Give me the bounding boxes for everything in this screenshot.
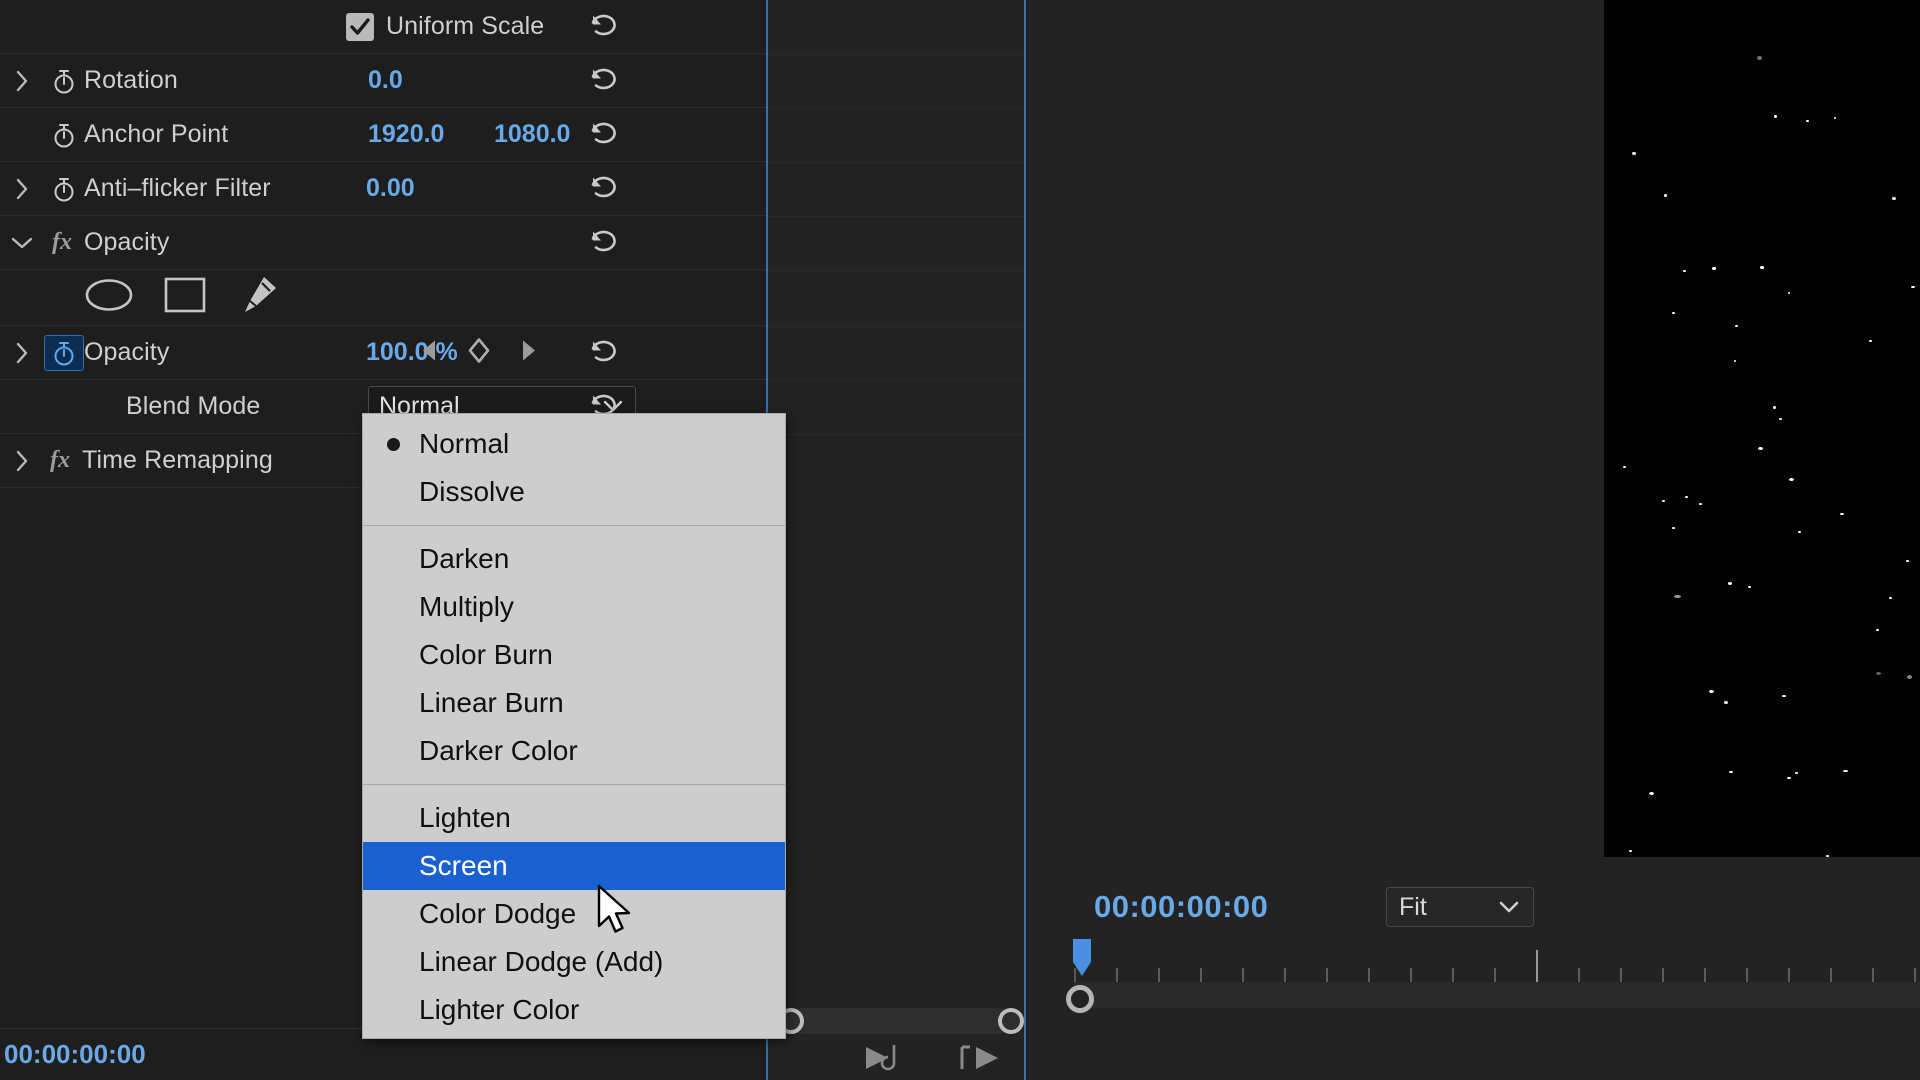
zoom-level-select[interactable]: Fit	[1386, 887, 1534, 927]
anchor-point-value-y[interactable]: 1080.0	[494, 120, 570, 149]
stopwatch-icon-anti-flicker[interactable]	[44, 175, 84, 203]
selected-bullet-icon	[387, 437, 400, 451]
uniform-scale-label: Uniform Scale	[386, 12, 545, 40]
anchor-point-label: Anchor Point	[84, 120, 229, 148]
program-monitor-time-ruler[interactable]	[1074, 948, 1920, 982]
panel-divider-right[interactable]	[1024, 0, 1026, 1080]
param-row-opacity[interactable]: Opacity 100.0 %	[0, 326, 766, 380]
opacity-group-label: Opacity	[84, 228, 170, 256]
menu-item-screen[interactable]: Screen	[363, 842, 785, 890]
rotation-label: Rotation	[84, 66, 178, 94]
param-row-anti-flicker-filter[interactable]: Anti–flicker Filter 0.00	[0, 162, 766, 216]
menu-item-linear-burn[interactable]: Linear Burn	[363, 679, 785, 727]
zoom-handle-right[interactable]	[998, 1008, 1024, 1034]
rotation-value[interactable]: 0.0	[368, 66, 403, 95]
reset-icon-opacity[interactable]	[586, 335, 620, 370]
add-remove-keyframe-icon[interactable]	[466, 336, 492, 369]
blend-mode-label: Blend Mode	[126, 392, 261, 420]
param-row-uniform-scale[interactable]: Uniform Scale	[0, 0, 766, 54]
menu-separator-2	[363, 784, 785, 785]
menu-item-label: Lighten	[419, 802, 511, 833]
anchor-point-value-x[interactable]: 1920.0	[368, 120, 444, 149]
menu-item-label: Color Burn	[419, 639, 553, 670]
program-monitor-scrollbar[interactable]	[1074, 982, 1920, 1008]
ellipse-mask-icon[interactable]	[84, 277, 134, 318]
premiere-pro-window: Uniform Scale Rotation 0.0 Anchor Point …	[0, 0, 1920, 1080]
param-row-mask-tools	[0, 270, 766, 326]
reset-icon-rotation[interactable]	[586, 63, 620, 98]
reset-icon-anti-flicker[interactable]	[586, 171, 620, 206]
menu-item-color-dodge[interactable]: Color Dodge	[363, 890, 785, 938]
anti-flicker-filter-label: Anti–flicker Filter	[84, 174, 271, 202]
menu-item-label: Lighter Color	[419, 994, 580, 1025]
play-in-to-out-icon[interactable]	[860, 1041, 914, 1080]
effect-controls-keyframe-track[interactable]	[768, 0, 1026, 1080]
next-keyframe-icon[interactable]	[518, 338, 538, 367]
menu-item-label: Dissolve	[419, 476, 525, 507]
zoom-level-value: Fit	[1399, 892, 1427, 921]
menu-item-dissolve[interactable]: Dissolve	[363, 468, 785, 516]
program-monitor-panel: 00:00:00:00 Fit	[1028, 0, 1920, 1080]
time-remapping-label: Time Remapping	[82, 446, 273, 474]
menu-item-darker-color[interactable]: Darker Color	[363, 727, 785, 775]
chevron-right-icon-time-remapping[interactable]	[0, 449, 44, 473]
uniform-scale-checkbox[interactable]	[346, 12, 374, 41]
fx-icon-opacity: fx	[52, 229, 72, 255]
chevron-right-icon-rotation[interactable]	[0, 69, 44, 93]
menu-item-label: Multiply	[419, 591, 514, 622]
chevron-right-icon-opacity-value[interactable]	[0, 341, 44, 365]
param-row-opacity-group[interactable]: fx Opacity	[0, 216, 766, 270]
stopwatch-icon-anchor-point[interactable]	[44, 121, 84, 149]
menu-item-lighter-color[interactable]: Lighter Color	[363, 986, 785, 1034]
effect-controls-timecode[interactable]: 00:00:00:00	[4, 1039, 146, 1070]
effect-controls-playback-icons	[860, 1041, 1012, 1080]
reset-icon-uniform-scale[interactable]	[586, 9, 620, 44]
menu-item-multiply[interactable]: Multiply	[363, 583, 785, 631]
menu-item-darken[interactable]: Darken	[363, 535, 785, 583]
free-draw-bezier-pen-icon[interactable]	[236, 275, 278, 320]
program-monitor-video-frame[interactable]	[1604, 0, 1920, 857]
rectangle-mask-icon[interactable]	[164, 276, 206, 319]
menu-item-normal[interactable]: Normal	[363, 420, 785, 468]
menu-item-lighten[interactable]: Lighten	[363, 794, 785, 842]
param-row-anchor-point[interactable]: Anchor Point 1920.0 1080.0	[0, 108, 766, 162]
menu-item-label: Normal	[419, 428, 510, 459]
menu-item-color-burn[interactable]: Color Burn	[363, 631, 785, 679]
menu-item-linear-dodge-add[interactable]: Linear Dodge (Add)	[363, 938, 785, 986]
reset-icon-opacity-group[interactable]	[586, 225, 620, 260]
fx-icon-time-remapping: fx	[50, 447, 70, 473]
menu-item-label: Linear Burn	[419, 687, 564, 718]
stopwatch-icon-rotation[interactable]	[44, 67, 84, 95]
reset-icon-anchor-point[interactable]	[586, 117, 620, 152]
param-row-rotation[interactable]: Rotation 0.0	[0, 54, 766, 108]
menu-item-label: Linear Dodge (Add)	[419, 946, 664, 977]
menu-item-label: Darker Color	[419, 735, 578, 766]
blend-mode-dropdown-menu[interactable]: Normal Dissolve Darken Multiply Color Bu…	[362, 413, 786, 1039]
chevron-right-icon-anti-flicker[interactable]	[0, 177, 44, 201]
chevron-down-icon-zoom-level[interactable]	[1497, 893, 1521, 922]
opacity-label: Opacity	[84, 338, 170, 366]
previous-keyframe-icon[interactable]	[420, 338, 440, 367]
menu-item-label: Color Dodge	[419, 898, 577, 929]
program-monitor-timecode[interactable]: 00:00:00:00	[1094, 889, 1268, 925]
stopwatch-icon-opacity[interactable]	[44, 334, 84, 371]
chevron-down-icon-opacity[interactable]	[0, 235, 44, 251]
effect-controls-zoom-scrollbar[interactable]	[778, 1008, 1024, 1034]
menu-item-label: Darken	[419, 543, 510, 574]
program-monitor-scroll-handle[interactable]	[1066, 985, 1094, 1013]
anti-flicker-filter-value[interactable]: 0.00	[366, 174, 415, 203]
playhead-marker[interactable]	[1072, 938, 1094, 982]
loop-playback-icon[interactable]	[958, 1041, 1012, 1080]
menu-item-label: Screen	[419, 850, 508, 881]
mouse-cursor-icon	[596, 884, 636, 945]
keyframe-navigator	[420, 336, 538, 369]
menu-separator-1	[363, 525, 785, 526]
